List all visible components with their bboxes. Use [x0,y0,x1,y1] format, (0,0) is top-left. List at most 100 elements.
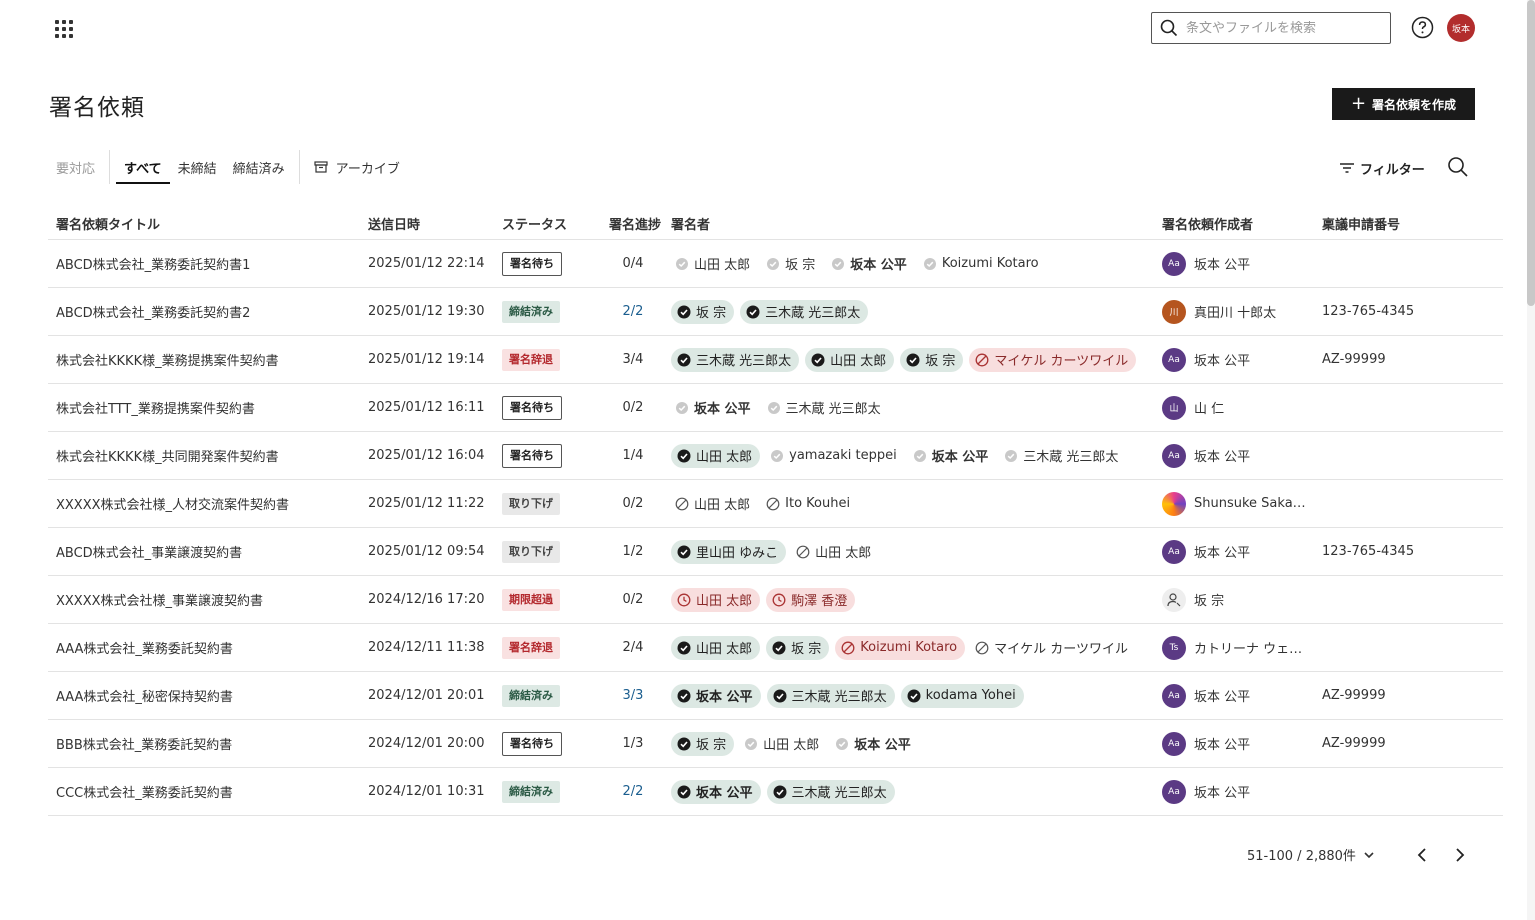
create-request-button[interactable]: + 署名依頼を作成 [1332,88,1475,120]
filter-button[interactable]: フィルター [1340,158,1425,178]
signer-chip[interactable]: 三木蔵 光三郎太 [671,347,800,372]
request-title[interactable]: XXXXX株式会社様_人材交流案件契約書 [48,494,368,513]
tab-archive[interactable]: アーカイブ [306,150,408,184]
request-title[interactable]: CCC株式会社_業務委託契約書 [48,782,368,801]
signer-chip[interactable]: 坂 宗 [671,299,735,324]
table-row[interactable]: 株式会社KKKK様_共同開発案件契約書 2025/01/12 16:04 署名待ち 1… [48,432,1503,480]
signing-progress: 0/4 [622,256,644,271]
signer-chip[interactable]: Koizumi Kotaro [835,635,966,660]
signers-cell: 山田 太郎 Ito Kouhei [671,492,1162,516]
signer-chip[interactable]: 坂本 公平 [671,683,761,708]
signer-chip[interactable]: マイケル カーツワイル [971,636,1134,660]
table-row[interactable]: AAA株式会社_秘密保持契約書 2024/12/01 20:01 締結済み 3/3 坂本… [48,672,1503,720]
signer-chip[interactable]: 山田 太郎 [671,252,756,276]
signer-chip[interactable]: 坂本 公平 [827,252,913,276]
request-title[interactable]: BBB株式会社_業務委託契約書 [48,734,368,753]
request-title[interactable]: XXXXX株式会社様_事業譲渡契約書 [48,590,368,609]
tab-needs-action[interactable]: 要対応 [48,150,103,184]
signers-cell: 山田 太郎 yamazaki teppei 坂本 公平 三木蔵 光三郎太 [671,443,1162,468]
signer-chip[interactable]: kodama Yohei [900,683,1024,708]
signer-chip[interactable]: 三木蔵 光三郎太 [740,299,869,324]
help-icon[interactable] [1411,16,1434,39]
app-grid-icon[interactable] [55,20,73,38]
signer-chip[interactable]: Ito Kouhei [762,492,856,516]
signer-chip[interactable]: 三木蔵 光三郎太 [766,683,895,708]
signer-name: 坂 宗 [925,354,956,369]
table-row[interactable]: XXXXX株式会社様_事業譲渡契約書 2024/12/16 17:20 期限超過 0/… [48,576,1503,624]
signers-cell: 坂 宗 三木蔵 光三郎太 [671,299,1162,324]
request-title[interactable]: AAA株式会社_業務委託契約書 [48,638,368,657]
signer-chip[interactable]: Koizumi Kotaro [919,252,1045,276]
creator-cell: Aa 坂本 公平 [1162,443,1322,468]
creator-cell: Ts カトリーナ ウェ… [1162,635,1322,660]
table-row[interactable]: ABCD株式会社_業務委託契約書2 2025/01/12 19:30 締結済み 2/2… [48,288,1503,336]
signer-chip[interactable]: 三木蔵 光三郎太 [766,779,895,804]
tab-divider [109,150,111,184]
column-header-number[interactable]: 稟議申請番号 [1322,214,1472,233]
table-row[interactable]: BBB株式会社_業務委託契約書 2024/12/01 20:00 署名待ち 1/3 坂 … [48,720,1503,768]
request-title[interactable]: 株式会社KKKK様_業務提携案件契約書 [48,350,368,369]
table-row[interactable]: XXXXX株式会社様_人材交流案件契約書 2025/01/12 11:22 取り下げ… [48,480,1503,528]
chevron-right-icon[interactable] [1449,844,1471,866]
signer-chip[interactable]: 山田 太郎 [792,540,877,564]
check-circle-icon [677,689,691,702]
approval-number: 123-765-4345 [1322,304,1415,319]
signer-chip[interactable]: 山田 太郎 [740,732,825,756]
signer-chip[interactable]: 三木蔵 光三郎太 [1000,444,1124,468]
chevron-left-icon[interactable] [1411,844,1433,866]
status-cell: 署名待ち [502,731,601,756]
signer-chip[interactable]: 坂本 公平 [671,779,761,804]
request-title[interactable]: 株式会社TTT_業務提携案件契約書 [48,398,368,417]
tab-all[interactable]: すべて [116,150,170,184]
column-header-progress[interactable]: 署名進捗 [601,214,671,233]
create-request-label: 署名依頼を作成 [1372,97,1457,112]
signer-chip[interactable]: 山田 太郎 [671,635,761,660]
check-circle-icon [773,689,787,702]
signer-chip[interactable]: 坂 宗 [900,347,964,372]
signer-chip[interactable]: 山田 太郎 [671,443,761,468]
signer-chip[interactable]: 山田 太郎 [671,492,756,516]
request-title[interactable]: ABCD株式会社_業務委託契約書2 [48,302,368,321]
signer-chip[interactable]: 坂 宗 [671,731,735,756]
table-row[interactable]: CCC株式会社_業務委託契約書 2024/12/01 10:31 締結済み 2/2 坂本… [48,768,1503,816]
signer-name: マイケル カーツワイル [994,354,1129,369]
signer-chip[interactable]: マイケル カーツワイル [969,347,1137,372]
signer-chip[interactable]: 坂 宗 [766,635,830,660]
column-header-status[interactable]: ステータス [502,214,601,233]
signer-chip[interactable]: yamazaki teppei [766,444,903,468]
table-row[interactable]: 株式会社KKKK様_業務提携案件契約書 2025/01/12 19:14 署名辞退 3… [48,336,1503,384]
search-input[interactable] [1186,20,1376,36]
tab-unsigned[interactable]: 未締結 [170,150,225,184]
signer-chip[interactable]: 駒澤 香澄 [766,587,856,612]
signer-name: 三木蔵 光三郎太 [791,690,887,705]
signer-chip[interactable]: 里山田 ゆみこ [671,539,787,564]
signer-chip[interactable]: 山田 太郎 [805,347,895,372]
global-search[interactable] [1151,12,1391,44]
signer-chip[interactable]: 坂本 公平 [671,396,757,420]
column-header-date[interactable]: 送信日時 [368,214,502,233]
table-row[interactable]: 株式会社TTT_業務提携案件契約書 2025/01/12 16:11 署名待ち 0/2… [48,384,1503,432]
scrollbar-thumb[interactable] [1527,0,1535,306]
request-title[interactable]: 株式会社KKKK様_共同開発案件契約書 [48,446,368,465]
signer-chip[interactable]: 山田 太郎 [671,587,761,612]
column-header-creator[interactable]: 署名依頼作成者 [1162,214,1322,233]
pending-check-icon [913,449,926,462]
signer-chip[interactable]: 坂 宗 [762,252,821,276]
signer-chip[interactable]: 坂本 公平 [909,444,995,468]
status-cell: 締結済み [502,300,601,323]
request-title[interactable]: ABCD株式会社_事業譲渡契約書 [48,542,368,561]
column-header-title[interactable]: 署名依頼タイトル [48,214,368,233]
user-avatar[interactable]: 坂本 [1447,14,1475,42]
request-title[interactable]: AAA株式会社_秘密保持契約書 [48,686,368,705]
cancelled-circle-icon [796,545,810,558]
column-header-signers[interactable]: 署名者 [671,214,1162,233]
table-row[interactable]: AAA株式会社_業務委託契約書 2024/12/11 11:38 署名辞退 2/4 山田… [48,624,1503,672]
request-title[interactable]: ABCD株式会社_業務委託契約書1 [48,254,368,273]
table-row[interactable]: ABCD株式会社_業務委託契約書1 2025/01/12 22:14 署名待ち 0/4… [48,240,1503,288]
tab-concluded[interactable]: 締結済み [225,150,293,184]
page-size-selector[interactable]: 51-100 / 2,880件 [1247,845,1376,864]
signer-chip[interactable]: 三木蔵 光三郎太 [763,396,887,420]
signer-chip[interactable]: 坂本 公平 [831,732,917,756]
table-search-icon[interactable] [1447,156,1469,178]
table-row[interactable]: ABCD株式会社_事業譲渡契約書 2025/01/12 09:54 取り下げ 1/2 里… [48,528,1503,576]
